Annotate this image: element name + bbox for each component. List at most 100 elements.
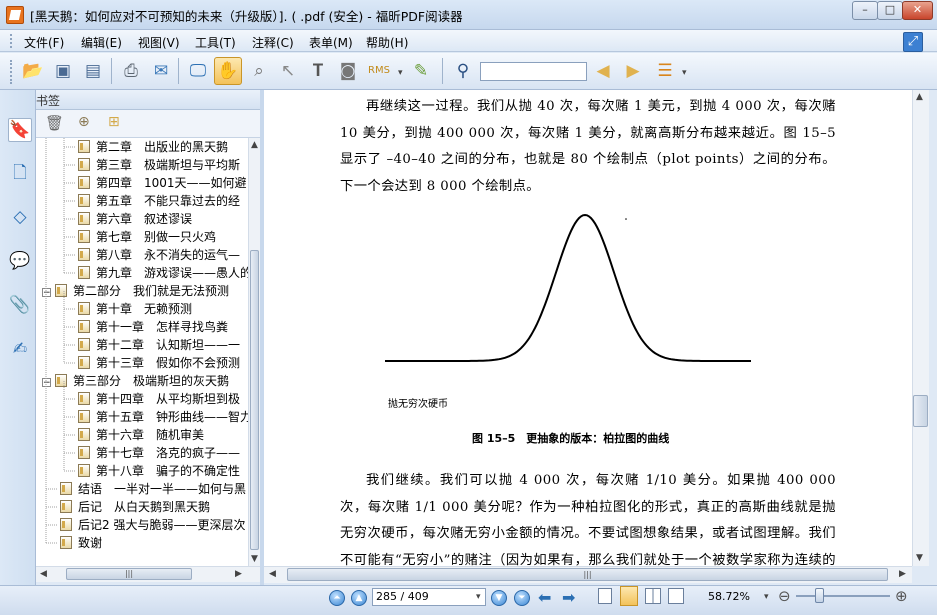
scroll-down-arrow[interactable]: ▼ bbox=[916, 553, 923, 563]
find-previous-icon[interactable]: ◀ bbox=[590, 58, 616, 84]
bookmark-item[interactable]: 第十六章 随机审美 bbox=[78, 426, 204, 444]
window-title: [黑天鹅：如何应对不可预知的未来（升级版）]. ( .pdf (安全) - 福昕… bbox=[30, 9, 463, 24]
save-icon[interactable]: ▣ bbox=[50, 58, 76, 84]
hand-tool-icon[interactable]: ✋ bbox=[214, 57, 242, 85]
bookmark-item[interactable]: 第十三章 假如你不会预测 bbox=[78, 354, 240, 372]
menu-grip bbox=[10, 34, 14, 48]
bookmark-item[interactable]: 第十四章 从平均斯坦到极 bbox=[78, 390, 240, 408]
bookmark-item[interactable]: 第五章 不能只靠过去的经 bbox=[78, 192, 240, 210]
bookmark-item[interactable]: 第四章 1001天——如何避 bbox=[78, 174, 247, 192]
scroll-left-arrow[interactable]: ◀ bbox=[40, 569, 47, 579]
bell-curve-line bbox=[385, 213, 751, 362]
bookmark-item[interactable]: 第二章 出版业的黑天鹅 bbox=[78, 138, 228, 156]
zoom-slider-thumb[interactable] bbox=[814, 588, 824, 603]
save-as-icon[interactable]: ▤ bbox=[80, 58, 106, 84]
scroll-down-arrow[interactable]: ▼ bbox=[251, 554, 258, 564]
first-page-icon[interactable]: ⏶ bbox=[329, 590, 345, 606]
figure-caption: 图 15–5 更抽象的版本：柏拉图的曲线 bbox=[472, 432, 670, 445]
bookmark-item[interactable]: 第十二章 认知斯坦——一 bbox=[78, 336, 240, 354]
layers-panel-icon[interactable]: ◇ bbox=[9, 206, 31, 228]
scroll-up-arrow[interactable]: ▲ bbox=[916, 92, 923, 102]
menu-tools[interactable]: 工具(T) bbox=[195, 34, 236, 51]
zoom-dropdown-arrow[interactable]: ▾ bbox=[764, 592, 769, 602]
bookmarks-header bbox=[36, 90, 260, 110]
fullscreen-icon[interactable]: 🖵 bbox=[185, 58, 211, 84]
close-button[interactable]: ✕ bbox=[902, 1, 933, 20]
bookmarks-title: 书签 bbox=[36, 94, 61, 108]
toolbar-separator bbox=[111, 58, 112, 84]
scroll-right-arrow[interactable]: ▶ bbox=[235, 569, 242, 579]
bookmark-item[interactable]: 第九章 游戏谬误——愚人的 bbox=[78, 264, 248, 282]
stray-dot bbox=[625, 218, 627, 220]
bookmarks-horizontal-scroll-thumb[interactable]: ||| bbox=[66, 568, 192, 580]
zoom-slider[interactable] bbox=[796, 595, 890, 597]
bookmarks-tree: 第二章 出版业的黑天鹅 第三章 极端斯坦与平均斯 第四章 1001天——如何避 … bbox=[36, 138, 248, 566]
page-number-field[interactable]: 285 / 409 bbox=[372, 588, 486, 606]
zoom-tool-icon[interactable]: ⌕ bbox=[246, 58, 272, 84]
zoom-out-icon[interactable]: ⊖ bbox=[778, 587, 791, 605]
document-vertical-scrollbar[interactable] bbox=[912, 90, 929, 566]
figure-axis-label: 抛无穷次硬币 bbox=[388, 399, 448, 410]
search-options-icon[interactable]: ☰ bbox=[652, 58, 678, 84]
previous-page-icon[interactable]: ▲ bbox=[351, 590, 367, 606]
page-dropdown-arrow[interactable]: ▾ bbox=[476, 592, 481, 602]
menu-forms[interactable]: 表单(M) bbox=[309, 34, 353, 51]
bookmark-item[interactable]: 第十一章 怎样寻找鸟粪 bbox=[78, 318, 228, 336]
scroll-left-arrow[interactable]: ◀ bbox=[269, 569, 276, 579]
email-icon[interactable]: ✉ bbox=[148, 58, 174, 84]
sign-icon[interactable]: ✎ bbox=[408, 58, 434, 84]
text-select-icon[interactable]: 𝐓 bbox=[305, 58, 331, 84]
delete-bookmark-icon[interactable]: 🗑 bbox=[45, 114, 64, 132]
search-input[interactable] bbox=[480, 62, 587, 81]
pages-panel-icon[interactable]: 🗋 bbox=[9, 162, 31, 184]
attachments-panel-icon[interactable]: 📎 bbox=[9, 294, 31, 316]
minimize-button[interactable]: – bbox=[852, 1, 878, 20]
bookmark-properties-icon[interactable]: ⊞ bbox=[108, 114, 120, 130]
bookmark-item[interactable]: 第十七章 洛克的疯子—— bbox=[78, 444, 240, 462]
scroll-up-arrow[interactable]: ▲ bbox=[251, 140, 258, 150]
bookmark-item[interactable]: 第八章 永不消失的运气— bbox=[78, 246, 240, 264]
rms-icon[interactable]: RMS bbox=[366, 58, 392, 84]
find-next-icon[interactable]: ▶ bbox=[620, 58, 646, 84]
menu-file[interactable]: 文件(F) bbox=[24, 34, 64, 51]
bookmark-item[interactable]: 第三章 极端斯坦与平均斯 bbox=[78, 156, 240, 174]
bookmark-item[interactable]: 第十八章 骗子的不确定性 bbox=[78, 462, 240, 480]
menu-comment[interactable]: 注释(C) bbox=[252, 34, 294, 51]
bookmarks-panel-icon[interactable]: 🔖 bbox=[8, 118, 32, 142]
select-tool-icon[interactable]: ↖ bbox=[275, 58, 301, 84]
find-icon[interactable]: ⚲ bbox=[450, 58, 476, 84]
print-icon[interactable]: ⎙ bbox=[118, 58, 144, 84]
single-page-view-icon[interactable] bbox=[598, 588, 612, 604]
document-view: 再继续这一过程。我们从抛 40 次，每次赌 1 美元，到抛 4 000 次，每次… bbox=[264, 90, 912, 566]
signatures-panel-icon[interactable]: ✍ bbox=[9, 338, 31, 360]
go-back-icon[interactable]: ⬅ bbox=[538, 588, 551, 607]
expand-icon[interactable]: ⤢ bbox=[903, 32, 923, 52]
menu-view[interactable]: 视图(V) bbox=[138, 34, 180, 51]
document-vertical-scroll-thumb[interactable] bbox=[913, 395, 928, 427]
search-options-dropdown-arrow[interactable]: ▾ bbox=[682, 68, 687, 78]
comments-panel-icon[interactable]: 💬 bbox=[9, 250, 31, 272]
tree-connector-lines bbox=[45, 138, 76, 544]
rms-dropdown-arrow[interactable]: ▾ bbox=[398, 68, 403, 78]
menu-edit[interactable]: 编辑(E) bbox=[81, 34, 122, 51]
add-bookmark-icon[interactable]: ⊕ bbox=[78, 114, 90, 130]
next-page-icon[interactable]: ▼ bbox=[491, 590, 507, 606]
scroll-right-arrow[interactable]: ▶ bbox=[899, 569, 906, 579]
document-horizontal-scroll-thumb[interactable]: ||| bbox=[287, 568, 888, 581]
zoom-level[interactable]: 58.72% bbox=[708, 590, 750, 603]
bookmark-item[interactable]: 第七章 别做一只火鸡 bbox=[78, 228, 216, 246]
foxit-app-icon bbox=[6, 6, 24, 24]
maximize-button[interactable]: □ bbox=[877, 1, 903, 20]
go-forward-icon[interactable]: ➡ bbox=[562, 588, 575, 607]
continuous-view-icon[interactable] bbox=[620, 586, 638, 606]
menu-help[interactable]: 帮助(H) bbox=[366, 34, 408, 51]
snapshot-icon[interactable]: ◙ bbox=[335, 58, 361, 84]
continuous-facing-view-icon[interactable] bbox=[668, 588, 684, 604]
toolbar-separator bbox=[442, 58, 443, 84]
zoom-in-icon[interactable]: ⊕ bbox=[895, 587, 908, 605]
open-icon[interactable]: 📂 bbox=[20, 58, 46, 84]
facing-view-icon[interactable] bbox=[645, 588, 661, 604]
bookmark-item[interactable]: 第十五章 钟形曲线——智力 bbox=[78, 408, 248, 426]
bookmarks-vertical-scroll-thumb[interactable] bbox=[250, 250, 259, 550]
last-page-icon[interactable]: ⏷ bbox=[514, 590, 530, 606]
